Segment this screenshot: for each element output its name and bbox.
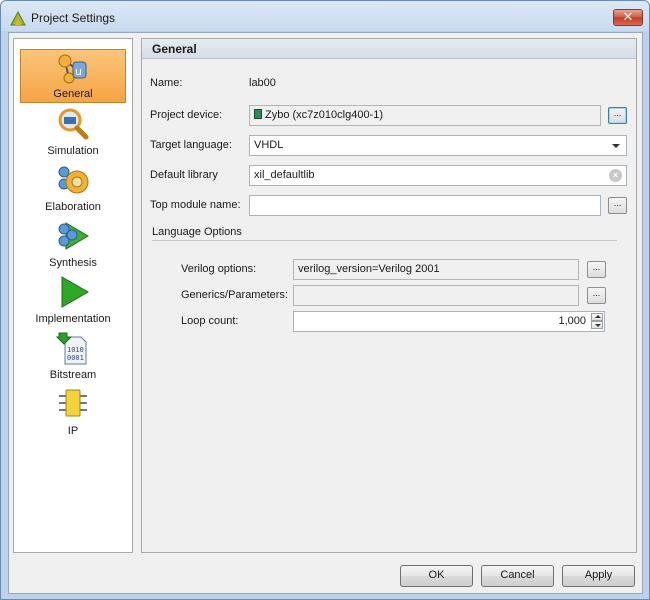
language-options-title: Language Options <box>152 226 242 238</box>
sidebar-item-bitstream[interactable]: 1010 0001 Bitstream <box>20 329 126 383</box>
top-module-label: Top module name: <box>150 199 241 211</box>
apply-button[interactable]: Apply <box>562 565 635 587</box>
spinner[interactable] <box>591 313 603 330</box>
window-title: Project Settings <box>31 11 116 25</box>
sidebar-item-label: General <box>53 88 93 100</box>
top-module-field[interactable] <box>249 195 601 216</box>
sidebar-item-label: Bitstream <box>49 369 97 381</box>
sidebar-item-synthesis[interactable]: Synthesis <box>20 217 126 271</box>
chevron-down-icon <box>612 144 620 148</box>
default-library-label: Default library <box>150 169 218 181</box>
svg-text:0001: 0001 <box>67 354 84 362</box>
panel-title: General <box>142 39 636 59</box>
svg-text:u: u <box>75 65 82 78</box>
sidebar-item-simulation[interactable]: Simulation <box>20 105 126 159</box>
project-device-browse-button[interactable]: ... <box>608 107 627 124</box>
loop-count-stepper[interactable]: 1,000 <box>293 311 605 332</box>
name-label: Name: <box>150 77 183 89</box>
clear-icon[interactable]: × <box>609 169 622 182</box>
verilog-options-label: Verilog options: <box>181 263 257 275</box>
sidebar-item-label: Simulation <box>47 145 99 157</box>
general-settings-panel: General Name: lab00 Project device: Zybo… <box>141 38 637 553</box>
magnifier-icon <box>58 108 89 140</box>
settings-category-list: u General Simulation Elaboration Synthes… <box>13 38 133 553</box>
spin-down-icon[interactable] <box>591 321 603 329</box>
project-device-label: Project device: <box>150 109 223 121</box>
sidebar-item-elaboration[interactable]: Elaboration <box>20 161 126 215</box>
loop-count-value: 1,000 <box>558 315 586 327</box>
project-settings-window: Project Settings ✕ u General Simulation … <box>0 0 650 600</box>
project-device-value: Zybo (xc7z010clg400-1) <box>265 109 384 121</box>
sidebar-item-label: Implementation <box>35 313 111 325</box>
sidebar-item-label: IP <box>67 425 79 437</box>
device-chip-icon <box>254 109 262 119</box>
sidebar-item-general[interactable]: u General <box>20 49 126 103</box>
spin-up-icon[interactable] <box>591 313 603 321</box>
ok-button[interactable]: OK <box>400 565 473 587</box>
synthesis-icon <box>58 222 89 250</box>
sidebar-item-ip[interactable]: IP <box>20 385 126 439</box>
sidebar-item-implementation[interactable]: Implementation <box>20 273 126 327</box>
general-icon: u <box>58 54 87 84</box>
project-name-value: lab00 <box>249 77 276 89</box>
default-library-field[interactable]: xil_defaultlib × <box>249 165 627 186</box>
close-button[interactable]: ✕ <box>613 9 643 26</box>
generics-parameters-field[interactable] <box>293 285 579 306</box>
dialog-body: u General Simulation Elaboration Synthes… <box>8 32 643 594</box>
default-library-value: xil_defaultlib <box>254 169 315 181</box>
svg-text:1010: 1010 <box>67 346 84 354</box>
cancel-button[interactable]: Cancel <box>481 565 554 587</box>
sidebar-item-label: Elaboration <box>45 201 101 213</box>
project-device-field[interactable]: Zybo (xc7z010clg400-1) <box>249 105 601 126</box>
play-arrow-icon <box>61 276 90 308</box>
target-language-label: Target language: <box>150 139 232 151</box>
verilog-options-browse-button[interactable]: ... <box>587 261 606 278</box>
target-language-value: VHDL <box>254 139 284 151</box>
verilog-options-field[interactable]: verilog_version=Verilog 2001 <box>293 259 579 280</box>
generics-parameters-label: Generics/Parameters: <box>181 289 288 301</box>
target-language-select[interactable]: VHDL <box>249 135 627 156</box>
elaboration-icon <box>58 166 89 194</box>
vivado-app-icon <box>10 10 26 26</box>
loop-count-label: Loop count: <box>181 315 239 327</box>
sidebar-item-label: Synthesis <box>49 257 97 269</box>
chip-icon <box>59 389 87 417</box>
bitstream-file-icon: 1010 0001 <box>56 332 87 365</box>
generics-parameters-browse-button[interactable]: ... <box>587 287 606 304</box>
top-module-browse-button[interactable]: ... <box>608 197 627 214</box>
section-divider <box>152 240 617 241</box>
